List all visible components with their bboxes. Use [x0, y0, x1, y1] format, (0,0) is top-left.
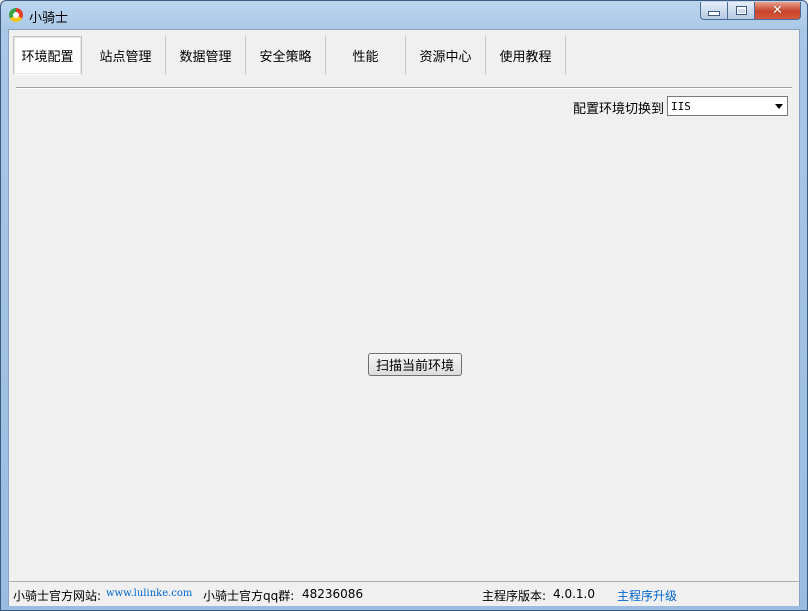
tab-tutorial[interactable]: 使用教程 — [486, 36, 566, 75]
tab-env-config[interactable]: 环境配置 — [13, 36, 82, 75]
tab-site-management[interactable]: 站点管理 — [86, 36, 166, 75]
env-select-value: IIS — [671, 100, 691, 113]
scan-environment-button[interactable]: 扫描当前环境 — [368, 353, 462, 376]
status-bar: 小骑士官方网站: www.lulinke.com 小骑士官方qq群: 48236… — [9, 581, 799, 606]
dropdown-arrow-icon — [775, 104, 783, 109]
tab-label: 环境配置 — [21, 50, 74, 65]
tab-divider — [16, 87, 792, 89]
tab-label: 资源中心 — [419, 50, 472, 65]
tab-performance[interactable]: 性能 — [326, 36, 406, 75]
version-value: 4.0.1.0 — [553, 587, 595, 601]
qq-number: 48236086 — [302, 587, 364, 601]
tab-label: 使用教程 — [499, 50, 552, 65]
upgrade-link[interactable]: 主程序升级 — [617, 587, 677, 604]
tab-data-management[interactable]: 数据管理 — [166, 36, 246, 75]
minimize-button[interactable] — [700, 2, 728, 20]
tab-label: 安全策略 — [259, 50, 312, 65]
close-icon: ✕ — [772, 3, 783, 18]
tab-resource-center[interactable]: 资源中心 — [406, 36, 486, 75]
tab-security-policy[interactable]: 安全策略 — [246, 36, 326, 75]
version-label: 主程序版本: — [482, 589, 547, 603]
minimize-icon — [708, 11, 720, 16]
site-url-link[interactable]: www.lulinke.com — [106, 588, 192, 599]
maximize-button[interactable] — [728, 2, 755, 20]
tab-label: 性能 — [352, 50, 379, 65]
close-button[interactable]: ✕ — [755, 2, 801, 20]
app-logo-icon — [9, 8, 23, 22]
title-bar[interactable]: 小骑士 ✕ — [1, 1, 807, 29]
tab-label: 数据管理 — [179, 50, 232, 65]
client-area: 环境配置 站点管理 数据管理 安全策略 性能 资源中心 使用教程 配置环境切换到 — [8, 29, 800, 606]
app-window: 小骑士 ✕ 环境配置 站点管理 数据管理 安全策略 性能 资源中心 使用教程 配… — [0, 0, 808, 611]
qq-label: 小骑士官方qq群: — [203, 589, 295, 603]
env-switch-label: 配置环境切换到 — [573, 102, 665, 117]
maximize-icon — [735, 6, 747, 15]
site-label: 小骑士官方网站: — [13, 589, 102, 603]
window-title: 小骑士 — [29, 11, 69, 26]
env-select-dropdown[interactable]: IIS — [667, 96, 788, 116]
tab-label: 站点管理 — [99, 50, 152, 65]
tab-bar: 环境配置 站点管理 数据管理 安全策略 性能 资源中心 使用教程 — [9, 30, 799, 80]
